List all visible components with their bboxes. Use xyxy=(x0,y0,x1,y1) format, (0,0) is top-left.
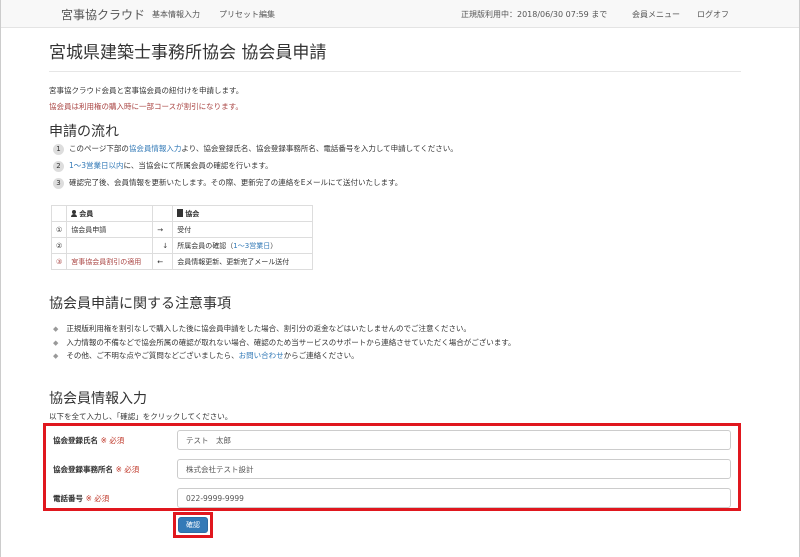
confirm-button[interactable]: 確認 xyxy=(178,517,208,533)
office-input[interactable] xyxy=(177,459,731,479)
table-row: ③ 宮事協会員割引の適用 ← 会員情報更新、更新完了メール送付 xyxy=(50,253,314,270)
license-status: 正規版利用中：2018/06/30 07:59 まで xyxy=(461,10,608,19)
flow-step-1: 1 このページ下部の協会員情報入力より、協会登録氏名、協会登録事務所名、電話番号を… xyxy=(53,143,458,155)
user-icon xyxy=(71,209,78,217)
building-icon xyxy=(177,208,184,217)
diamond-bullet-icon: ◆ xyxy=(53,325,59,333)
diamond-bullet-icon: ◆ xyxy=(53,352,59,360)
flow-step-2: 2 1〜3営業日以内に、当協会にて所属会員の確認を行います。 xyxy=(53,160,273,172)
form-anchor-link[interactable]: 協会員情報入力 xyxy=(129,144,182,153)
page-title: 宮城県建築士事務所協会 協会員申請 xyxy=(49,43,327,63)
flow-heading: 申請の流れ xyxy=(49,124,119,140)
table-row: ② ↓ 所属会員の確認（1〜3営業日） xyxy=(50,237,314,254)
diamond-bullet-icon: ◆ xyxy=(53,339,59,347)
top-navbar: 宮事協クラウド 基本情報入力 プリセット編集 正規版利用中：2018/06/30… xyxy=(1,0,799,28)
flow-step-3: 3 確認完了後、会員情報を更新いたします。その際、更新完了の連絡をEメールにて送付… xyxy=(53,177,402,189)
form-heading: 協会員情報入力 xyxy=(49,391,147,407)
phone-label: 電話番号 ※ 必須 xyxy=(53,494,110,503)
nav-logout[interactable]: ログオフ xyxy=(697,9,729,20)
flow-table: 会員 協会 ① 協会員申請 → 受付 ② ↓ 所属会員の確認（1〜3営業日） ③… xyxy=(50,205,314,270)
brand-link[interactable]: 宮事協クラウド xyxy=(61,6,145,23)
step-number: 2 xyxy=(53,161,64,172)
step-number: 1 xyxy=(53,144,64,155)
confirm-highlight-box: 確認 xyxy=(173,512,213,538)
name-input[interactable] xyxy=(177,430,731,450)
divider xyxy=(49,71,741,72)
office-label: 協会登録事務所名 ※ 必須 xyxy=(53,465,140,474)
note-item: ◆ その他、ご不明な点やご質問などございましたら、お問い合わせからご連絡ください。 xyxy=(53,351,359,360)
contact-link[interactable]: お問い合わせ xyxy=(239,351,284,360)
table-row: ① 協会員申請 → 受付 xyxy=(50,221,314,238)
nav-basic-info[interactable]: 基本情報入力 xyxy=(152,9,200,20)
name-label: 協会登録氏名 ※ 必須 xyxy=(53,436,125,445)
nav-preset-edit[interactable]: プリセット編集 xyxy=(219,9,275,20)
intro-text: 宮事協クラウド会員と宮事協会員の紐付けを申請します。 xyxy=(49,86,244,95)
nav-member-menu[interactable]: 会員メニュー xyxy=(632,9,680,20)
phone-input[interactable] xyxy=(177,488,731,508)
note-item: ◆ 入力情報の不備などで協会所属の確認が取れない場合、確認のため当サービスのサポー… xyxy=(53,338,516,347)
intro-discount-note: 協会員は利用権の購入時に一部コースが割引になります。 xyxy=(49,102,243,111)
note-item: ◆ 正規版利用権を割引なしで購入した後に協会員申請をした場合、割引分の返金などはい… xyxy=(53,324,471,333)
step-number: 3 xyxy=(53,178,64,189)
form-instruction: 以下を全て入力し、「確認」をクリックしてください。 xyxy=(49,412,233,421)
notes-heading: 協会員申請に関する注意事項 xyxy=(49,296,231,312)
